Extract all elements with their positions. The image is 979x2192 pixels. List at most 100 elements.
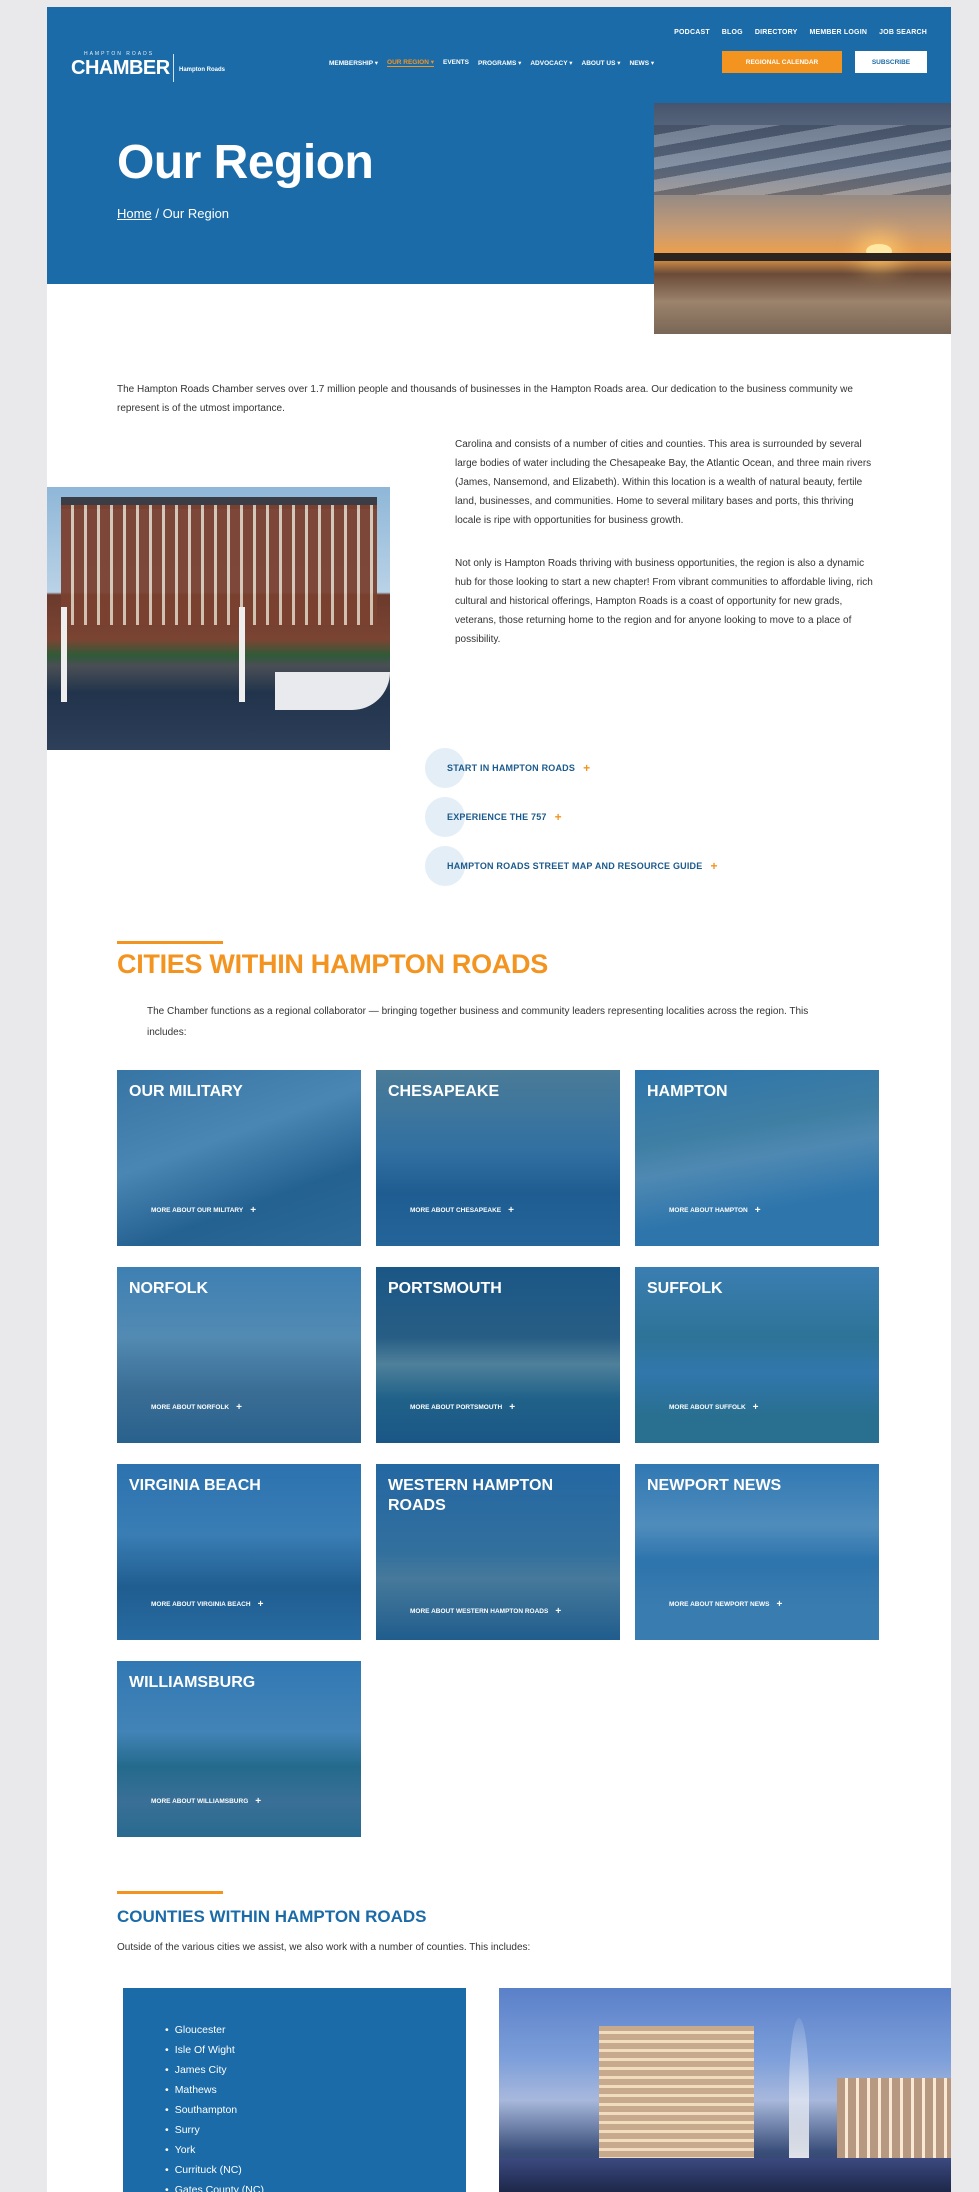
regional-calendar-button[interactable]: REGIONAL CALENDAR [722,51,842,73]
city-tile-portsmouth[interactable]: PORTSMOUTH MORE ABOUT PORTSMOUTH + [376,1267,620,1443]
plus-icon: + [754,1205,761,1216]
nav-member-login[interactable]: MEMBER LOGIN [809,29,867,36]
plus-icon: + [236,1402,242,1413]
breadcrumb-current: Our Region [162,206,230,221]
county-item: Gloucester [165,2020,264,2040]
hotel-image-building [61,505,377,625]
plus-icon: + [554,810,562,824]
page-title: Our Region [117,136,374,189]
about-paragraph-2: Not only is Hampton Roads thriving with … [455,558,873,645]
city-name: OUR MILITARY [129,1083,243,1100]
hero-image-clouds [654,125,951,195]
city-tile-chesapeake[interactable]: CHESAPEAKE MORE ABOUT CHESAPEAKE + [376,1070,620,1246]
fountain-image-building [837,2078,951,2168]
nav-news[interactable]: NEWS ▾ [630,59,655,67]
more-label: MORE ABOUT WESTERN HAMPTON ROADS [410,1608,549,1615]
city-more-link[interactable]: MORE ABOUT WILLIAMSBURG + [151,1796,261,1807]
fountain-image-fountain [789,2018,809,2168]
counties-list: Gloucester Isle Of Wight James City Math… [165,2020,264,2192]
nav-events[interactable]: EVENTS [443,59,469,66]
page: HAMPTON ROADS CHAMBER Hampton Roads PODC… [47,7,951,2192]
plus-icon: + [583,761,591,775]
city-name: PORTSMOUTH [388,1280,502,1297]
city-tile-norfolk[interactable]: NORFOLK MORE ABOUT NORFOLK + [117,1267,361,1443]
city-more-link[interactable]: MORE ABOUT SUFFOLK + [669,1402,759,1413]
city-more-link[interactable]: MORE ABOUT NEWPORT NEWS + [669,1599,782,1610]
about-paragraph-1: Carolina and consists of a number of cit… [455,439,872,526]
more-label: MORE ABOUT OUR MILITARY [151,1207,244,1214]
city-tile-williamsburg[interactable]: WILLIAMSBURG MORE ABOUT WILLIAMSBURG + [117,1661,361,1837]
more-label: MORE ABOUT WILLIAMSBURG [151,1798,249,1805]
more-label: MORE ABOUT CHESAPEAKE [410,1207,502,1214]
link-label: EXPERIENCE THE 757 [447,812,547,822]
county-item: Gates County (NC) [165,2180,264,2192]
link-label: HAMPTON ROADS STREET MAP AND RESOURCE GU… [447,861,703,871]
county-item: Surry [165,2120,264,2140]
breadcrumb: Home / Our Region [117,206,229,221]
nav-directory[interactable]: DIRECTORY [755,29,798,36]
city-name: HAMPTON [647,1083,728,1100]
plus-icon: + [250,1205,257,1216]
city-name: NEWPORT NEWS [647,1477,782,1494]
hotel-image-pole [61,607,67,702]
intro-text: The Hampton Roads Chamber serves over 1.… [117,384,853,414]
city-tile-newport-news[interactable]: NEWPORT NEWS MORE ABOUT NEWPORT NEWS + [635,1464,879,1640]
city-tile-suffolk[interactable]: SUFFOLK MORE ABOUT SUFFOLK + [635,1267,879,1443]
city-fountain-image [499,1988,951,2192]
experience-the-757-link[interactable]: EXPERIENCE THE 757 + [425,797,562,837]
cities-accent-line [117,941,223,944]
logo-sub-text: Hampton Roads [179,67,226,73]
plus-icon: + [257,1599,264,1610]
nav-membership[interactable]: MEMBERSHIP ▾ [329,59,378,67]
city-name: SUFFOLK [647,1280,723,1297]
nav-job-search[interactable]: JOB SEARCH [879,29,927,36]
city-more-link[interactable]: MORE ABOUT CHESAPEAKE + [410,1205,514,1216]
nav-advocacy[interactable]: ADVOCACY ▾ [530,59,572,67]
city-name: NORFOLK [129,1280,209,1297]
counties-title: COUNTIES WITHIN HAMPTON ROADS [117,1907,427,1926]
hero-image-pier [654,253,951,261]
county-item: Mathews [165,2080,264,2100]
link-label: START IN HAMPTON ROADS [447,763,576,773]
nav-blog[interactable]: BLOG [722,29,743,36]
more-label: MORE ABOUT HAMPTON [669,1207,748,1214]
plus-icon: + [776,1599,783,1610]
nav-our-region[interactable]: OUR REGION ▾ [387,58,434,67]
city-more-link[interactable]: MORE ABOUT OUR MILITARY + [151,1205,256,1216]
more-label: MORE ABOUT VIRGINIA BEACH [151,1601,251,1608]
county-item: York [165,2140,264,2160]
city-tile-virginia-beach[interactable]: VIRGINIA BEACH MORE ABOUT VIRGINIA BEACH… [117,1464,361,1640]
utility-nav: PODCAST BLOG DIRECTORY MEMBER LOGIN JOB … [674,29,927,36]
city-name: WILLIAMSBURG [129,1674,256,1691]
county-item: Isle Of Wight [165,2040,264,2060]
chamber-logo[interactable]: HAMPTON ROADS CHAMBER Hampton Roads [71,51,225,82]
hotel-image-boat [275,672,390,710]
city-name: VIRGINIA BEACH [129,1477,261,1494]
city-tile-our-military[interactable]: OUR MILITARY MORE ABOUT OUR MILITARY + [117,1070,361,1246]
start-in-hampton-roads-link[interactable]: START IN HAMPTON ROADS + [425,748,590,788]
plus-icon: + [752,1402,759,1413]
county-item: James City [165,2060,264,2080]
nav-programs[interactable]: PROGRAMS ▾ [478,59,521,67]
city-more-link[interactable]: MORE ABOUT PORTSMOUTH + [410,1402,515,1413]
counties-accent-line [117,1891,223,1894]
nav-about-us[interactable]: ABOUT US ▾ [582,59,621,67]
main-nav: MEMBERSHIP ▾ OUR REGION ▾ EVENTS PROGRAM… [329,58,654,67]
logo-main-text: CHAMBER [71,57,170,79]
cities-title: CITIES WITHIN HAMPTON ROADS [117,949,548,979]
city-more-link[interactable]: MORE ABOUT NORFOLK + [151,1402,242,1413]
city-more-link[interactable]: MORE ABOUT WESTERN HAMPTON ROADS + [410,1607,570,1617]
counties-intro: Outside of the various cities we assist,… [117,1942,531,1953]
nav-podcast[interactable]: PODCAST [674,29,710,36]
city-tile-western-hampton-roads[interactable]: WESTERN HAMPTON ROADS MORE ABOUT WESTERN… [376,1464,620,1640]
street-map-resource-guide-link[interactable]: HAMPTON ROADS STREET MAP AND RESOURCE GU… [425,846,717,886]
city-more-link[interactable]: MORE ABOUT VIRGINIA BEACH + [151,1599,263,1610]
about-region-text: Carolina and consists of a number of cit… [455,435,880,649]
plus-icon: + [710,859,718,873]
breadcrumb-home-link[interactable]: Home [117,206,152,221]
city-more-link[interactable]: MORE ABOUT HAMPTON + [669,1205,761,1216]
subscribe-button[interactable]: SUBSCRIBE [855,51,927,73]
city-name: WESTERN HAMPTON ROADS [388,1477,554,1514]
city-tile-hampton[interactable]: HAMPTON MORE ABOUT HAMPTON + [635,1070,879,1246]
fountain-image-water [499,2158,951,2192]
